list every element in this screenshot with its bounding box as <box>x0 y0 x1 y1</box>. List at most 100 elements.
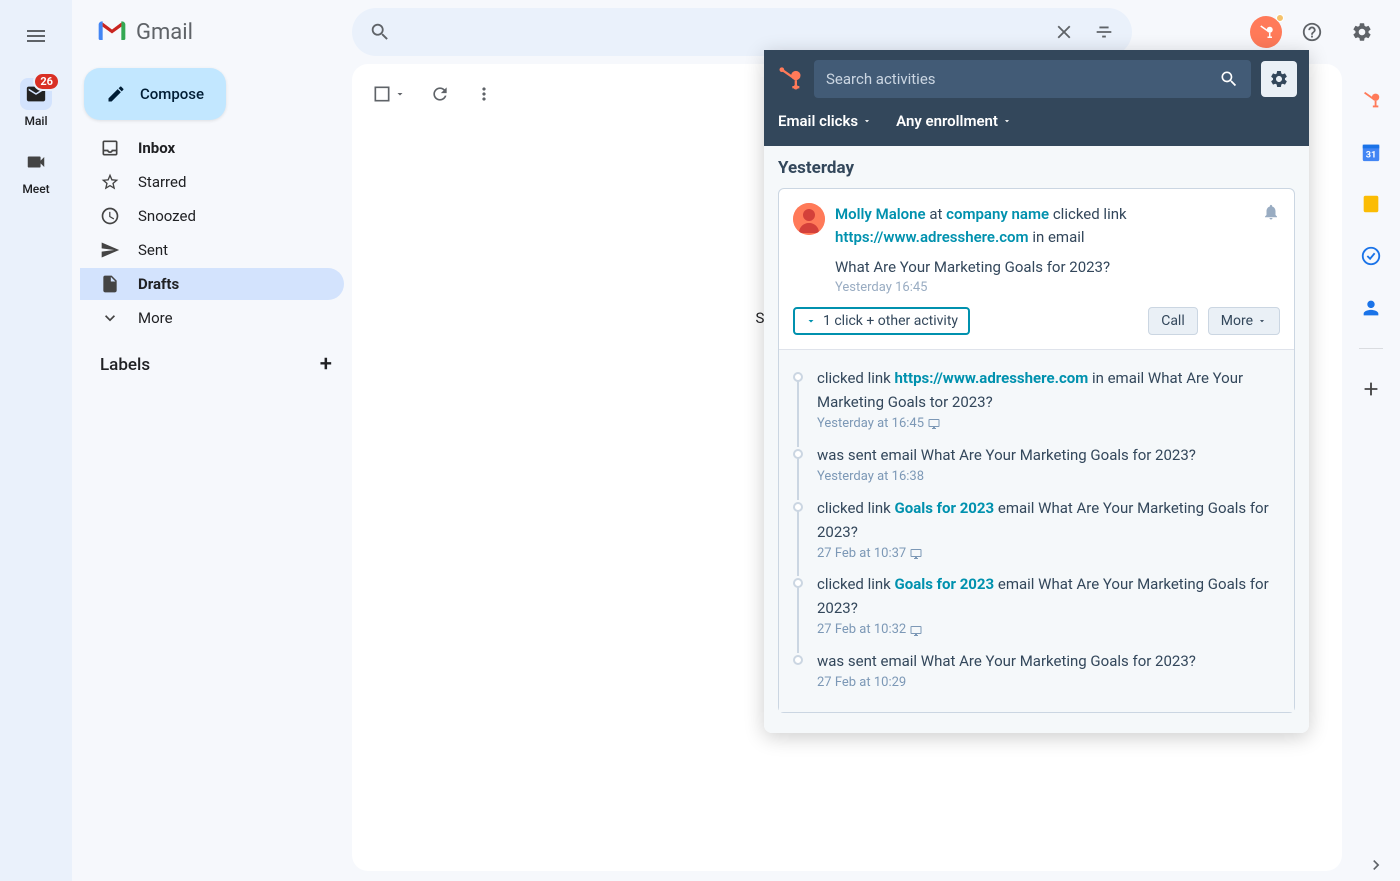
rr-add-button[interactable] <box>1359 377 1383 401</box>
desktop-icon <box>910 625 922 637</box>
panel-body: Yesterday Molly Malone at company name c… <box>764 146 1309 733</box>
section-title: Yesterday <box>778 158 1295 178</box>
rr-tasks-icon[interactable] <box>1359 244 1383 268</box>
timeline-item: clicked link https://www.adresshere.com … <box>793 362 1280 439</box>
select-all-checkbox[interactable] <box>372 84 406 104</box>
nav-drafts[interactable]: Drafts <box>80 268 344 300</box>
nav-inbox[interactable]: Inbox <box>80 132 344 164</box>
chevron-down-icon <box>862 116 872 126</box>
gmail-logo-icon <box>96 16 128 48</box>
call-button[interactable]: Call <box>1148 307 1198 335</box>
rail-mail[interactable]: 26 Mail <box>20 78 52 128</box>
rr-hubspot-icon[interactable] <box>1359 88 1383 112</box>
pencil-icon <box>106 84 126 104</box>
timeline-time: 27 Feb at 10:37 <box>817 544 1280 565</box>
search-bar[interactable] <box>352 8 1132 56</box>
nav-label: Sent <box>138 241 168 259</box>
logo: Gmail <box>72 8 352 68</box>
bell-icon[interactable] <box>1262 203 1280 221</box>
more-actions-button[interactable] <box>474 84 494 104</box>
timeline-link[interactable]: Goals for 2023 <box>895 575 995 593</box>
file-icon <box>100 274 120 294</box>
card-description: Molly Malone at company name clicked lin… <box>835 203 1127 248</box>
timeline: clicked link https://www.adresshere.com … <box>779 349 1294 712</box>
clicked-url-link[interactable]: https://www.adresshere.com <box>835 228 1029 246</box>
collapse-side-panel-button[interactable] <box>1366 855 1386 875</box>
rail-meet-label: Meet <box>22 182 49 196</box>
logo-text: Gmail <box>136 20 193 45</box>
nav-list: Inbox Starred Snoozed Sent Drafts More <box>72 132 352 334</box>
chevron-down-icon <box>1257 316 1267 326</box>
mail-badge: 26 <box>33 72 60 91</box>
chevron-down-icon <box>394 88 406 100</box>
add-label-button[interactable]: + <box>320 352 332 377</box>
nav-label: More <box>138 309 173 327</box>
timeline-link[interactable]: Goals for 2023 <box>895 499 995 517</box>
panel-search[interactable] <box>814 60 1251 98</box>
nav-label: Snoozed <box>138 207 196 225</box>
chevron-down-icon <box>805 315 817 327</box>
hubspot-header-icon[interactable] <box>1250 16 1282 48</box>
nav-more[interactable]: More <box>80 302 344 334</box>
star-icon <box>100 172 120 192</box>
expand-activity-chip[interactable]: 1 click + other activity <box>793 307 970 335</box>
more-button[interactable]: More <box>1208 307 1280 335</box>
company-link[interactable]: company name <box>946 205 1049 223</box>
right-rail: 31 <box>1342 64 1400 881</box>
timeline-text: was sent email What Are Your Marketing G… <box>817 649 1196 694</box>
inbox-icon <box>100 138 120 158</box>
clock-icon <box>100 206 120 226</box>
header-bar <box>352 8 1390 56</box>
rr-divider <box>1359 348 1383 349</box>
nav-snoozed[interactable]: Snoozed <box>80 200 344 232</box>
search-options-button[interactable] <box>1084 12 1124 52</box>
filter-email-clicks[interactable]: Email clicks <box>778 112 872 130</box>
rail-meet[interactable]: Meet <box>20 146 52 196</box>
activity-card: Molly Malone at company name clicked lin… <box>778 188 1295 713</box>
clear-search-button[interactable] <box>1044 12 1084 52</box>
panel-settings-button[interactable] <box>1261 61 1297 97</box>
timeline-text: was sent email What Are Your Marketing G… <box>817 443 1196 488</box>
panel-header: Email clicks Any enrollment <box>764 50 1309 146</box>
header-actions <box>1250 12 1390 52</box>
nav-sent[interactable]: Sent <box>80 234 344 266</box>
nav-starred[interactable]: Starred <box>80 166 344 198</box>
timeline-time: Yesterday at 16:45 <box>817 414 1280 435</box>
settings-button[interactable] <box>1342 12 1382 52</box>
timeline-time: 27 Feb at 10:29 <box>817 673 1196 694</box>
svg-text:31: 31 <box>1366 151 1377 161</box>
contact-name-link[interactable]: Molly Malone <box>835 205 926 223</box>
timeline-item: clicked link Goals for 2023 email What A… <box>793 568 1280 645</box>
send-icon <box>100 240 120 260</box>
filter-enrollment[interactable]: Any enrollment <box>896 112 1012 130</box>
sidebar: Gmail Compose Inbox Starred Snoozed Sent Dra… <box>72 0 352 881</box>
panel-search-input[interactable] <box>826 70 1219 88</box>
chevron-down-icon <box>1002 116 1012 126</box>
refresh-button[interactable] <box>430 84 450 104</box>
timeline-text: clicked link https://www.adresshere.com … <box>817 366 1280 435</box>
hubspot-panel: Email clicks Any enrollment Yesterday Mo… <box>764 50 1309 733</box>
search-icon[interactable] <box>1219 69 1239 89</box>
help-button[interactable] <box>1292 12 1332 52</box>
panel-filters: Email clicks Any enrollment <box>776 108 1297 134</box>
timeline-item: was sent email What Are Your Marketing G… <box>793 645 1280 698</box>
timeline-time: Yesterday at 16:38 <box>817 467 1196 488</box>
hubspot-logo-icon <box>776 65 804 93</box>
timeline-item: clicked link Goals for 2023 email What A… <box>793 492 1280 569</box>
labels-header: Labels + <box>72 336 352 385</box>
timeline-link[interactable]: https://www.adresshere.com <box>895 369 1089 387</box>
timeline-text: clicked link Goals for 2023 email What A… <box>817 496 1280 565</box>
timeline-item: was sent email What Are Your Marketing G… <box>793 439 1280 492</box>
nav-label: Inbox <box>138 139 175 157</box>
search-icon[interactable] <box>360 12 400 52</box>
rr-contacts-icon[interactable] <box>1359 296 1383 320</box>
activity-timestamp: Yesterday 16:45 <box>835 280 1280 295</box>
chevron-icon <box>100 308 120 328</box>
desktop-icon <box>928 418 940 430</box>
timeline-text: clicked link Goals for 2023 email What A… <box>817 572 1280 641</box>
rr-keep-icon[interactable] <box>1359 192 1383 216</box>
rr-calendar-icon[interactable]: 31 <box>1359 140 1383 164</box>
nav-label: Starred <box>138 173 186 191</box>
main-menu-button[interactable] <box>12 12 60 60</box>
compose-button[interactable]: Compose <box>84 68 226 120</box>
